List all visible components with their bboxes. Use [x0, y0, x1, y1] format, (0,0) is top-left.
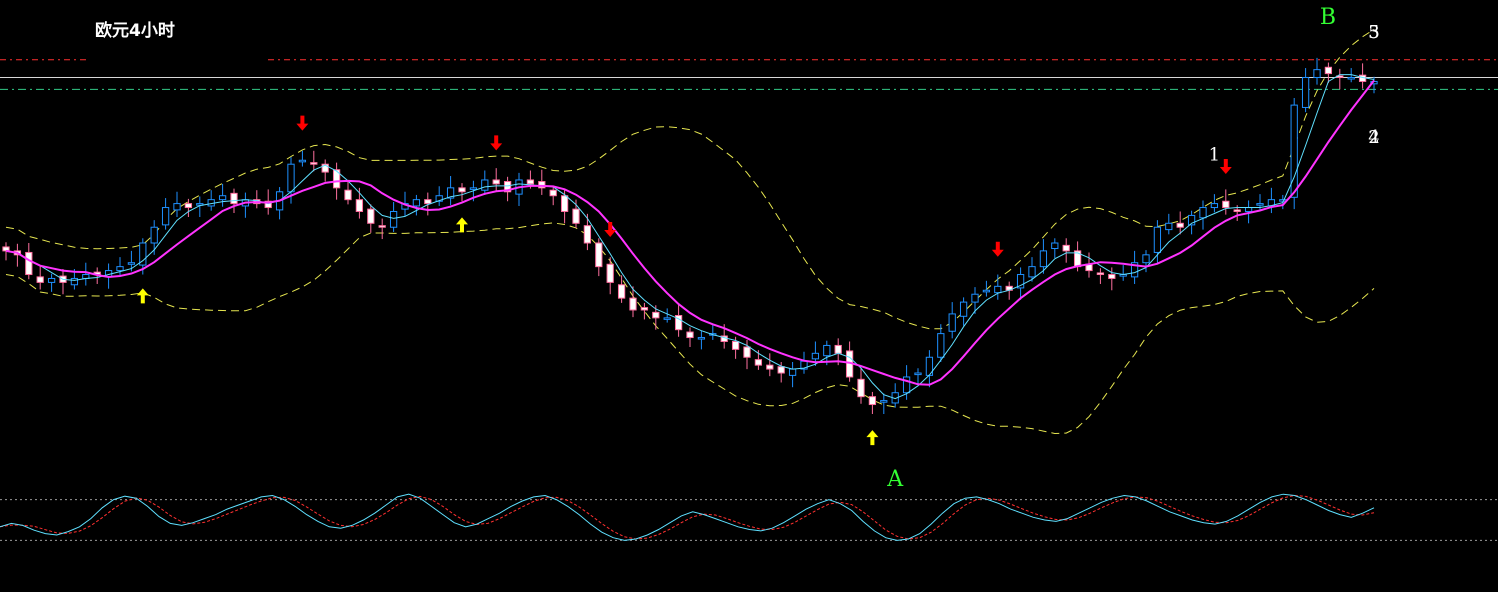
chart-background [0, 0, 1498, 592]
candle-body [389, 210, 398, 228]
candle-body [1108, 274, 1116, 279]
candle-body [1301, 77, 1310, 108]
candle-body [823, 344, 831, 357]
candle-body [184, 203, 193, 209]
candle-body [914, 372, 922, 376]
candle-body [469, 187, 478, 190]
candle-body [994, 285, 1002, 294]
chart-canvas: 欧元4小时 12345AB [0, 0, 1498, 592]
candle-body [526, 179, 535, 185]
candle-body [70, 277, 79, 286]
candle-body [982, 289, 991, 293]
candle-body [492, 179, 500, 185]
candle-body [355, 199, 364, 212]
candle-body [1233, 209, 1241, 212]
candle-body [663, 317, 671, 320]
candle-body [834, 344, 842, 354]
candle-body [1222, 200, 1230, 209]
candle-body [481, 179, 489, 191]
candle-body [1279, 199, 1287, 202]
candle-body [298, 159, 307, 163]
candle-body [1165, 222, 1173, 231]
candle-body [424, 199, 432, 205]
letter-label: B [1320, 5, 1336, 30]
candle-body [606, 263, 614, 283]
candle-body [1062, 244, 1070, 252]
candle-body [1028, 266, 1036, 278]
wave-label: 5 [1368, 22, 1379, 43]
candle-body [731, 341, 740, 350]
candle-body [1313, 69, 1321, 79]
candle-body [754, 359, 763, 366]
wave-label: 4 [1368, 127, 1379, 148]
candle-body [1256, 203, 1264, 206]
candle-body [161, 207, 170, 226]
candle-body [1290, 104, 1298, 198]
letter-label: A [886, 467, 904, 492]
candle-body [127, 262, 136, 265]
candle-body [150, 226, 158, 244]
candle-body [1347, 77, 1355, 80]
candle-body [173, 203, 181, 211]
candle-body [367, 208, 375, 224]
wave-label: 1 [1209, 144, 1220, 165]
candle-body [1142, 254, 1150, 264]
candle-body [617, 284, 626, 299]
candle-body [1153, 226, 1162, 253]
candle-body [595, 242, 603, 268]
candle-body [868, 396, 877, 406]
candle-body [640, 307, 649, 311]
candle-body [959, 301, 968, 317]
candle-body [857, 378, 865, 398]
candle-body [971, 293, 979, 303]
candle-body [629, 297, 637, 311]
candle-body [697, 337, 706, 340]
candle-body [743, 346, 751, 358]
candle-body [880, 400, 888, 403]
candle-body [1039, 250, 1048, 268]
candle-body [652, 311, 660, 319]
candle-body [458, 187, 466, 193]
candle-body [344, 189, 352, 201]
candle-body [549, 189, 557, 197]
candle-body [788, 368, 797, 376]
candle-body [937, 333, 945, 358]
candle-body [560, 195, 569, 212]
candle-body [948, 313, 956, 332]
candle-body [1096, 272, 1105, 276]
candle-body [412, 199, 421, 207]
candle-body [1051, 242, 1059, 250]
candle-body [1199, 207, 1207, 219]
candle-body [777, 366, 785, 374]
candle-body [116, 266, 124, 272]
candle-body [378, 225, 386, 228]
candle-body [25, 251, 33, 276]
candle-body [36, 276, 44, 283]
candle-body [1176, 222, 1184, 228]
candle-body [686, 331, 694, 339]
candle-body [310, 162, 318, 165]
candle-body [1324, 66, 1333, 75]
chart-title: 欧元4小时 [95, 20, 175, 41]
candle-body [766, 364, 774, 370]
candle-body [47, 277, 56, 283]
candle-body [572, 208, 580, 224]
candle-body [218, 195, 227, 201]
candle-body [287, 163, 295, 193]
candle-body [1210, 203, 1219, 209]
candle-body [811, 352, 820, 360]
candle-body [1244, 207, 1253, 212]
candle-body [230, 192, 238, 205]
chart-svg: 欧元4小时 12345AB [0, 0, 1498, 592]
candle-body [583, 225, 592, 244]
